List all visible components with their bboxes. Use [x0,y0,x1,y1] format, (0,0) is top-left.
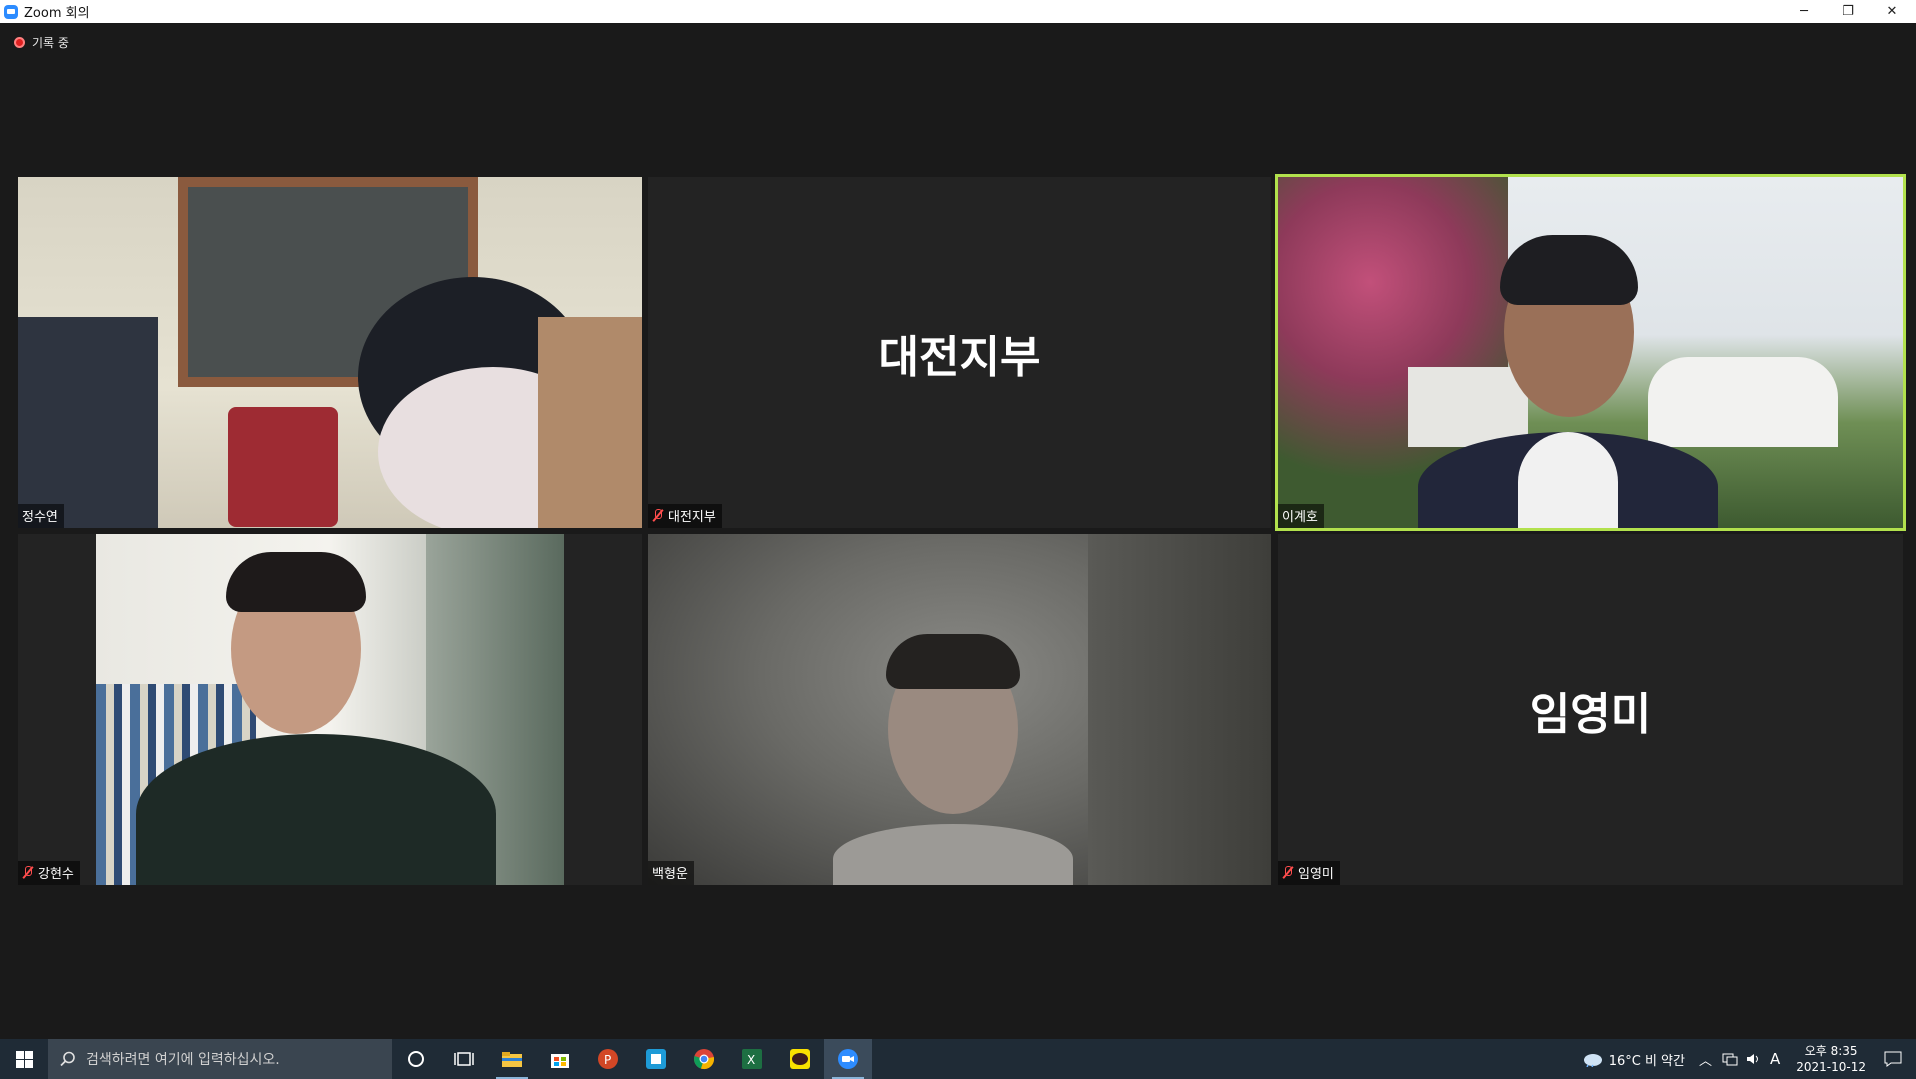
shirt-collar [1518,432,1618,528]
close-button[interactable]: ✕ [1870,0,1914,23]
title-bar: Zoom 회의 ─ ❐ ✕ [0,0,1916,23]
windows-taskbar: 검색하려면 여기에 입력하십시오. P X 16°C 비 약간 ︿ A 오후 8… [0,1039,1916,1079]
muted-mic-icon [1282,866,1294,879]
recording-label: 기록 중 [32,36,69,50]
person-hair [226,552,366,612]
participant-name: 정수연 [22,510,58,525]
shelf [538,317,642,528]
file-explorer-icon[interactable] [488,1039,536,1079]
taskbar-search-box[interactable]: 검색하려면 여기에 입력하십시오. [48,1039,392,1079]
svg-text:X: X [747,1053,755,1067]
chevron-up-icon[interactable]: ︿ [1699,1050,1712,1069]
participant-tile[interactable]: 백형운 [648,534,1271,885]
participant-name: 임영미 [1298,867,1334,882]
participant-nameplate: 임영미 [1278,861,1340,885]
participant-nameplate: 강현수 [18,861,80,885]
start-button[interactable] [0,1039,48,1079]
door [1088,534,1271,885]
participant-name: 대전지부 [668,510,716,525]
participant-video [648,534,1271,885]
recording-indicator[interactable]: 기록 중 [14,34,69,51]
search-placeholder: 검색하려면 여기에 입력하십시오. [86,1052,280,1068]
cortana-icon[interactable] [392,1039,440,1079]
participant-nameplate: 정수연 [18,504,64,528]
kakaotalk-icon[interactable] [776,1039,824,1079]
task-view-icon[interactable] [440,1039,488,1079]
participant-video [18,177,642,528]
participant-tile[interactable]: 임영미 임영미 [1278,534,1903,885]
participant-display-name: 임영미 [1529,688,1652,740]
participant-video [1278,177,1903,528]
weather-text[interactable]: 16°C 비 약간 [1609,1050,1685,1069]
clock-time: 오후 8:35 [1804,1044,1858,1058]
participant-tile-active-speaker[interactable]: 이계호 [1275,174,1906,531]
store-icon[interactable] [536,1039,584,1079]
chrome-icon[interactable] [680,1039,728,1079]
weather-cloud-icon [1583,1054,1602,1067]
volume-icon[interactable] [1746,1052,1762,1066]
muted-mic-icon [652,509,664,522]
window-title: Zoom 회의 [24,6,90,21]
muted-mic-icon [22,866,34,879]
participant-tile[interactable]: 정수연 [18,177,642,528]
participant-nameplate: 대전지부 [648,504,722,528]
participant-tile[interactable]: 대전지부 대전지부 [648,177,1271,528]
clothes-rack [18,317,158,528]
network-icon[interactable] [1722,1052,1738,1066]
clock-date: 2021-10-12 [1796,1060,1866,1074]
minimize-button[interactable]: ─ [1782,0,1826,23]
restore-button[interactable]: ❐ [1826,0,1870,23]
powerpoint-icon[interactable]: P [584,1039,632,1079]
windows-logo-icon [15,1050,33,1068]
participant-tile[interactable]: 강현수 [18,534,642,885]
zoom-icon[interactable] [824,1039,872,1079]
ime-indicator[interactable]: A [1770,1050,1780,1068]
participant-name: 이계호 [1282,510,1318,525]
person-hair [886,634,1020,689]
person-hair [1500,235,1638,305]
zoom-app-icon [4,4,18,19]
excel-icon[interactable]: X [728,1039,776,1079]
participant-nameplate: 백형운 [648,861,694,885]
participant-video [96,534,564,885]
building [1648,357,1838,447]
system-tray: 16°C 비 약간 ︿ A 오후 8:35 2021-10-12 [1581,1039,1916,1079]
person-shirt [833,824,1073,885]
participant-display-name: 대전지부 [878,331,1041,383]
chair [228,407,338,527]
notifications-icon[interactable] [1884,1051,1902,1067]
clock[interactable]: 오후 8:35 2021-10-12 [1786,1043,1876,1075]
participant-name: 백형운 [652,867,688,882]
recording-icon [14,37,25,48]
building-left [1408,367,1528,447]
search-icon [60,1051,75,1067]
participant-nameplate: 이계호 [1278,504,1324,528]
person-shirt [136,734,496,885]
hwp-icon[interactable] [632,1039,680,1079]
svg-text:P: P [604,1053,611,1067]
participant-name: 강현수 [38,867,74,882]
